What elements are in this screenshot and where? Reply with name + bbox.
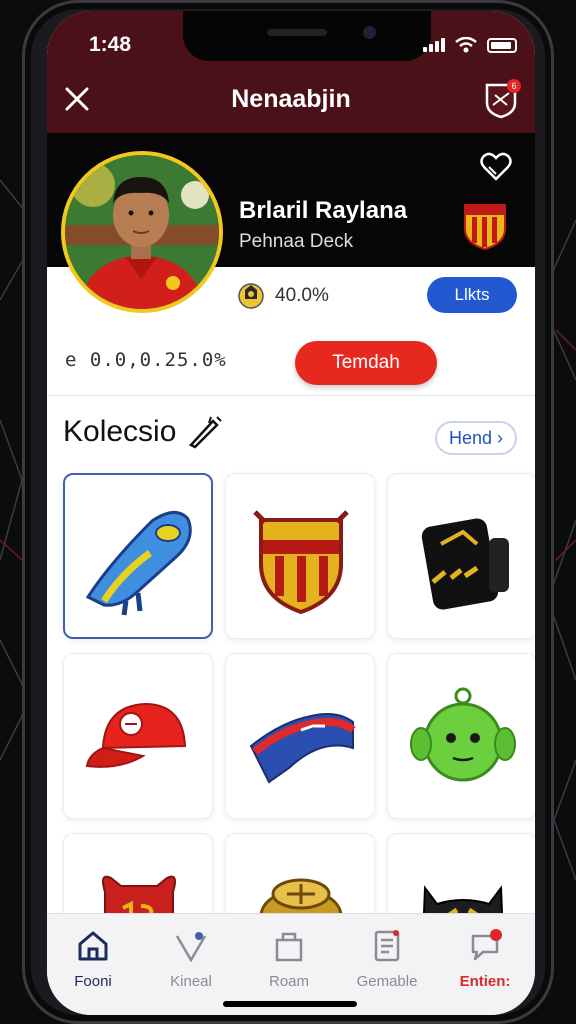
- collection-title: Kolecsio: [63, 415, 177, 448]
- wifi-icon: [455, 37, 477, 53]
- pen-icon: [188, 416, 222, 449]
- rating-badge-icon: [238, 283, 264, 309]
- armband-icon: [421, 518, 509, 610]
- favorite-heart-icon[interactable]: [479, 151, 513, 183]
- collection-item-blue-boot[interactable]: [63, 473, 213, 639]
- avatar[interactable]: [61, 151, 223, 313]
- status-time: 1:48: [89, 33, 132, 56]
- collection-item-cap[interactable]: [63, 653, 213, 819]
- battery-icon: [487, 37, 517, 53]
- collection-item-crest[interactable]: [225, 473, 375, 639]
- scarf-icon: [249, 713, 356, 784]
- price-label: е 0.0,0.25.0%: [65, 349, 227, 371]
- status-icons: [423, 37, 517, 53]
- crest-shield-icon: [253, 510, 349, 615]
- tab-gemable-label: Gemable: [356, 973, 418, 990]
- see-more-label: Hend: [448, 428, 492, 448]
- divider: [47, 395, 535, 396]
- collection-item-scarf[interactable]: [225, 653, 375, 819]
- collection-item-mascot[interactable]: [387, 653, 535, 819]
- tab-entien-label: Entien:: [459, 973, 511, 990]
- app-screen: 1:48 Nenaabjin 6 Brlaril Raylana Pehnaa …: [47, 11, 535, 1015]
- heart-pin-icon: [175, 932, 207, 963]
- home-icon: [78, 931, 108, 961]
- buy-button[interactable]: Temdah: [295, 341, 437, 385]
- home-indicator[interactable]: [223, 1001, 357, 1007]
- front-camera: [363, 26, 376, 39]
- tab-home-label: Fooni: [74, 973, 112, 990]
- tab-kineal-label: Kineal: [170, 973, 212, 990]
- signal-icon: [423, 38, 445, 52]
- blue-boot-icon: [85, 511, 192, 616]
- player-position: Pehnaa Deck: [239, 231, 354, 252]
- tab-roam[interactable]: Roam: [243, 928, 335, 990]
- tab-home[interactable]: Fooni: [47, 928, 139, 990]
- bag-icon: [275, 932, 303, 962]
- document-icon: [374, 930, 400, 962]
- bottom-tab-bar: Fooni Kineal Roam Gemable Entien:: [47, 913, 535, 1015]
- see-more-button[interactable]: Hend ›: [435, 421, 517, 455]
- red-cap-icon: [85, 702, 187, 768]
- player-photo: [65, 155, 219, 309]
- tab-gemable[interactable]: Gemable: [341, 928, 433, 990]
- collection-item-armband[interactable]: [387, 473, 535, 639]
- chevron-right-icon: ›: [497, 428, 504, 448]
- tab-entien[interactable]: Entien:: [439, 928, 531, 990]
- phone-frame: 1:48 Nenaabjin 6 Brlaril Raylana Pehnaa …: [22, 0, 554, 1024]
- rating-value: 40.0%: [275, 285, 329, 306]
- likes-button[interactable]: Llkts: [427, 277, 517, 313]
- speaker-grille: [267, 29, 327, 36]
- device-notch: [183, 11, 431, 61]
- tab-roam-label: Roam: [268, 973, 309, 990]
- notification-badge: 6: [507, 79, 521, 93]
- club-crest-icon: [464, 204, 506, 251]
- tab-kineal[interactable]: Kineal: [145, 928, 237, 990]
- page-title: Nenaabjin: [231, 85, 351, 113]
- green-mascot-icon: [410, 687, 516, 782]
- player-name: Brlaril Raylana: [239, 197, 408, 224]
- chat-alert-icon: [471, 929, 502, 961]
